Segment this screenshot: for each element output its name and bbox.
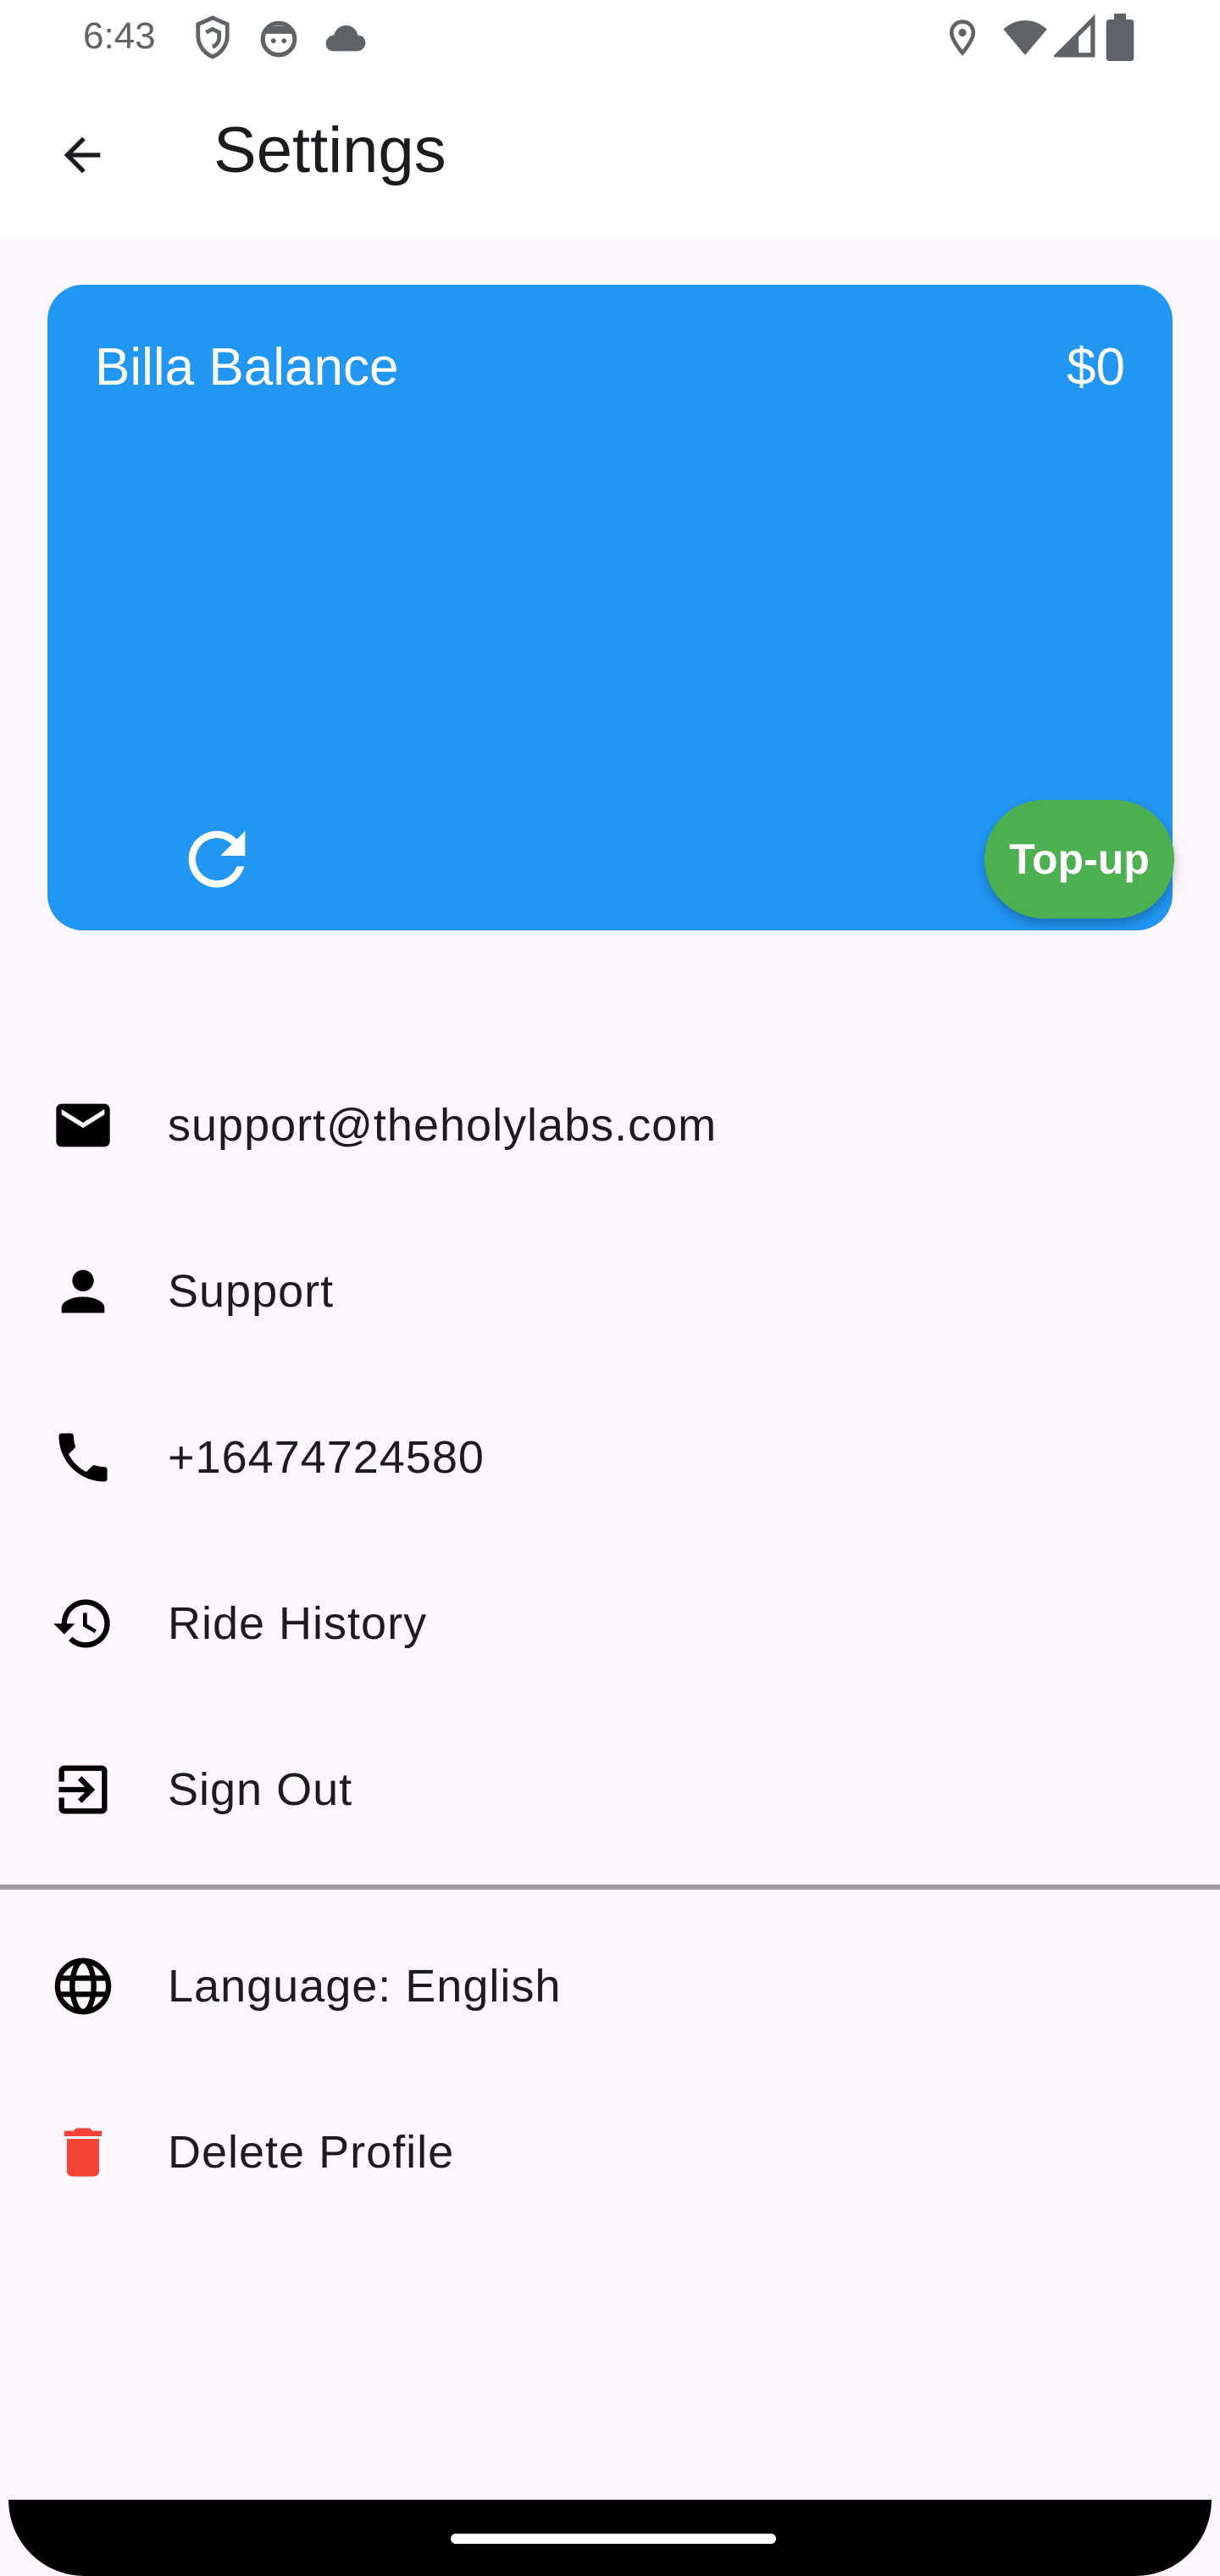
refresh-icon: [175, 817, 259, 906]
menu-label: Delete Profile: [168, 2127, 455, 2178]
divider: [0, 1885, 1220, 1890]
person-icon: [47, 1256, 119, 1327]
menu-label: Language: English: [168, 1961, 562, 2012]
menu-item-delete-profile[interactable]: Delete Profile: [0, 2069, 1220, 2235]
arrow-back-icon: [55, 128, 109, 186]
balance-label: Billa Balance: [95, 338, 399, 397]
trash-icon: [47, 2117, 119, 2188]
menu-label: Sign Out: [168, 1764, 353, 1815]
back-button[interactable]: [44, 119, 120, 195]
menu-item-ride-history[interactable]: Ride History: [0, 1541, 1220, 1707]
refresh-button[interactable]: [166, 810, 268, 912]
battery-icon: [1105, 14, 1135, 65]
email-icon: [47, 1090, 119, 1161]
shield-icon: [193, 14, 232, 65]
menu-label: Support: [168, 1266, 335, 1317]
face-icon: [258, 14, 300, 65]
history-icon: [47, 1588, 119, 1659]
menu-item-phone[interactable]: +16474724580: [0, 1374, 1220, 1541]
menu-label: +16474724580: [168, 1432, 485, 1483]
balance-amount: $0: [1067, 338, 1125, 397]
status-time: 6:43: [83, 15, 156, 57]
menu-label: Ride History: [168, 1598, 428, 1649]
phone-icon: [47, 1422, 119, 1493]
globe-icon: [47, 1951, 119, 2022]
menu-item-language[interactable]: Language: English: [0, 1903, 1220, 2069]
cloud-icon: [322, 14, 369, 65]
balance-card: Billa Balance $0 Top-up: [47, 285, 1174, 930]
page-title: Settings: [214, 114, 446, 186]
status-bar: 6:43: [0, 0, 1220, 75]
menu-label: support@theholylabs.com: [168, 1100, 718, 1151]
location-icon: [944, 14, 981, 65]
menu-item-support[interactable]: Support: [0, 1208, 1220, 1374]
sign-out-icon: [47, 1754, 119, 1825]
signal-icon: [1051, 14, 1096, 65]
menu-item-sign-out[interactable]: Sign Out: [0, 1707, 1220, 1873]
wifi-icon: [1000, 14, 1051, 65]
menu-item-email[interactable]: support@theholylabs.com: [0, 1042, 1220, 1208]
topup-button[interactable]: Top-up: [984, 800, 1174, 919]
system-nav-bar: [8, 2500, 1212, 2576]
home-indicator[interactable]: [451, 2534, 776, 2544]
app-bar: Settings: [0, 75, 1220, 236]
